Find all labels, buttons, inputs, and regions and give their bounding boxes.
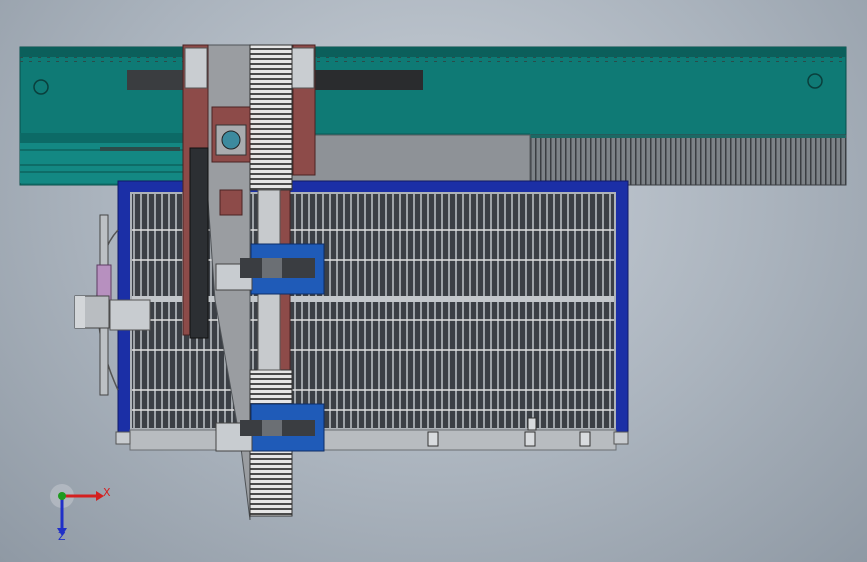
rack-upper [249,44,293,191]
coordinate-triad: X Z [48,478,118,548]
bellows-cover [529,134,847,186]
y-axis-dot [58,492,66,500]
machine-model[interactable] [0,0,867,562]
front-base-plate [129,429,617,451]
x-axis-label: X [103,486,111,499]
gantry-cross-plate [289,134,531,186]
z-axis-label: Z [58,530,66,543]
model-viewport[interactable]: X Z [0,0,867,562]
drive-gearbox[interactable] [211,106,251,163]
cable-chain [189,147,209,339]
